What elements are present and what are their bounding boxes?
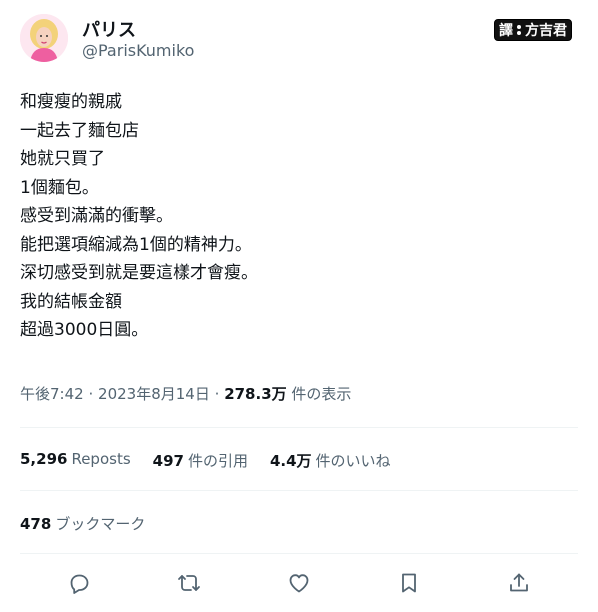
tweet-line: 深切感受到就是要這樣才會瘦。 bbox=[20, 263, 258, 283]
bookmarks-count: 478 bbox=[20, 515, 52, 533]
like-icon bbox=[289, 574, 309, 593]
likes-label: 件のいいね bbox=[315, 452, 391, 470]
tweet-line: 感受到滿滿的衝擊。 bbox=[20, 206, 173, 226]
quotes-label: 件の引用 bbox=[187, 452, 248, 470]
tweet-line: 超過3000日圓。 bbox=[20, 320, 149, 340]
views-label: 件の表示 bbox=[291, 385, 352, 403]
like-button[interactable] bbox=[284, 568, 314, 598]
action-bar bbox=[20, 568, 578, 598]
tweet-meta: 午後7:42 · 2023年8月14日 · 278.3万 件の表示 bbox=[20, 383, 351, 404]
display-name[interactable]: パリス bbox=[82, 16, 136, 42]
bookmark-icon bbox=[402, 573, 416, 593]
reply-icon bbox=[70, 574, 89, 594]
reposts-count: 5,296 bbox=[20, 450, 68, 468]
tweet-time[interactable]: 午後7:42 bbox=[20, 385, 84, 403]
tweet-text: 和瘦瘦的親戚 一起去了麵包店 她就只買了 1個麵包。 感受到滿滿的衝擊。 能把選… bbox=[20, 88, 580, 345]
share-button[interactable] bbox=[504, 568, 534, 598]
likes-stat[interactable]: 4.4万 件のいいね bbox=[270, 450, 391, 471]
watermark-separator bbox=[516, 24, 522, 36]
views-count: 278.3万 bbox=[224, 385, 287, 403]
bookmark-button[interactable] bbox=[394, 568, 424, 598]
watermark-credit: 方吉君 bbox=[525, 23, 567, 39]
tweet-line: 她就只買了 bbox=[20, 149, 105, 169]
divider bbox=[20, 427, 578, 428]
watermark-prefix: 譯 bbox=[499, 23, 513, 39]
translator-watermark: 譯 方吉君 bbox=[494, 19, 572, 41]
bookmarks-stat[interactable]: 478 ブックマーク bbox=[20, 513, 145, 534]
divider bbox=[20, 553, 578, 554]
meta-separator: · bbox=[214, 385, 220, 403]
meta-separator: · bbox=[88, 385, 94, 403]
tweet-line: 我的結帳金額 bbox=[20, 291, 122, 312]
avatar-image bbox=[20, 14, 68, 62]
divider bbox=[20, 490, 578, 491]
likes-count: 4.4万 bbox=[269, 452, 312, 470]
reposts-label: Reposts bbox=[71, 450, 131, 468]
tweet-line: 和瘦瘦的親戚 bbox=[20, 92, 122, 112]
bookmarks-label: ブックマーク bbox=[55, 515, 146, 533]
quotes-count: 497 bbox=[152, 452, 184, 470]
tweet-line: 1個麵包。 bbox=[20, 177, 99, 198]
quotes-stat[interactable]: 497 件の引用 bbox=[153, 450, 248, 471]
tweet-line: 一起去了麵包店 bbox=[20, 120, 139, 141]
avatar[interactable] bbox=[20, 14, 68, 62]
retweet-button[interactable] bbox=[174, 568, 204, 598]
retweet-icon bbox=[178, 575, 200, 591]
tweet-line: 能把選項縮減為1個的精神力。 bbox=[20, 234, 252, 255]
share-icon bbox=[510, 573, 528, 592]
tweet-date[interactable]: 2023年8月14日 bbox=[98, 385, 210, 403]
user-handle[interactable]: @ParisKumiko bbox=[82, 41, 194, 60]
engagement-stats: 5,296 Reposts 497 件の引用 4.4万 件のいいね bbox=[20, 450, 391, 471]
reposts-stat[interactable]: 5,296 Reposts bbox=[20, 450, 131, 471]
reply-button[interactable] bbox=[64, 568, 94, 598]
